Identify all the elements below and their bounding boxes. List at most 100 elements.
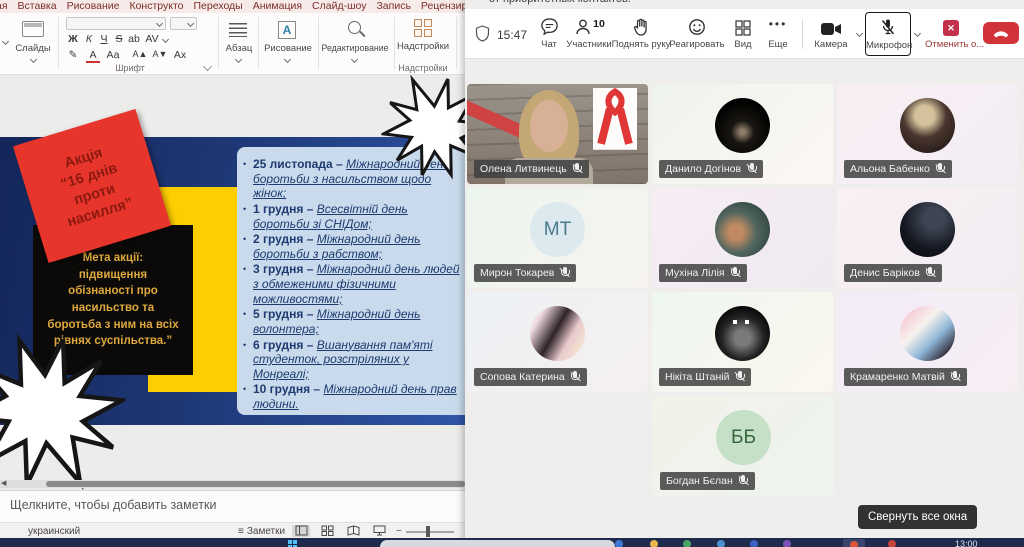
tab-review[interactable]: Рецензиро xyxy=(421,0,465,13)
drawing-chevron-icon[interactable] xyxy=(284,56,291,63)
horizontal-scrollbar[interactable]: ◀ xyxy=(0,480,465,488)
stop-presenting-button[interactable]: ✕ Отменить о... xyxy=(925,12,977,56)
scrollbar-thumb[interactable] xyxy=(46,481,465,487)
slideshow-view-button[interactable] xyxy=(370,525,388,537)
hang-up-phone-icon xyxy=(992,28,1010,38)
underline-button[interactable]: Ч xyxy=(97,33,111,45)
shrink-font-button[interactable]: А▼ xyxy=(150,49,170,59)
participant-tile[interactable]: Денис Баріков xyxy=(837,188,1018,288)
camera-button[interactable]: Камера xyxy=(809,12,853,56)
participant-tile[interactable]: Нікіта Штаній xyxy=(652,292,833,392)
character-spacing-button[interactable]: AV xyxy=(143,33,161,45)
raise-hand-button[interactable]: Поднять руку xyxy=(611,12,671,56)
zoom-slider-thumb[interactable] xyxy=(426,526,430,537)
participant-tile[interactable]: Крамаренко Матвій xyxy=(837,292,1018,392)
participant-tile-video[interactable]: Олена Литвинець xyxy=(467,84,648,184)
tab-draw[interactable]: Рисование xyxy=(67,0,120,13)
taskbar-app-icon[interactable] xyxy=(683,540,691,547)
notes-toggle-button[interactable]: ≡ Заметки xyxy=(238,526,285,537)
raise-hand-icon xyxy=(611,12,671,36)
start-button[interactable] xyxy=(288,540,297,547)
clipboard-chevron-icon[interactable] xyxy=(2,38,9,45)
ppt-status-bar: украинский ≡ Заметки − xyxy=(0,522,465,538)
participants-button[interactable]: 10 Участники xyxy=(561,12,617,56)
editing-chevron-icon[interactable] xyxy=(351,56,358,63)
zoom-out-button[interactable]: − xyxy=(396,526,402,537)
taskbar-active-app[interactable] xyxy=(843,539,865,547)
participant-tile[interactable]: Данило Догінов xyxy=(652,84,833,184)
tab-home[interactable]: ая xyxy=(0,0,8,13)
zoom-slider[interactable] xyxy=(406,531,454,533)
taskbar-app-icon[interactable] xyxy=(750,540,758,547)
taskbar-app-icon[interactable] xyxy=(783,540,791,547)
participant-name-badge: Крамаренко Матвій xyxy=(844,368,967,386)
bullet-item: •6 грудня – Вшанування пам'яті студенток… xyxy=(243,338,465,382)
mic-chevron-icon[interactable] xyxy=(914,30,921,37)
participant-tile[interactable]: Мухіна Лілія xyxy=(652,188,833,288)
participant-tile[interactable]: Альона Бабенко xyxy=(837,84,1018,184)
participant-name-badge: Альона Бабенко xyxy=(844,160,952,178)
participant-tile[interactable]: Сопова Катерина xyxy=(467,292,648,392)
tab-record[interactable]: Запись xyxy=(376,0,410,13)
reading-view-button[interactable] xyxy=(344,525,362,537)
mic-button[interactable]: Микрофон xyxy=(865,12,911,56)
change-case-button[interactable]: Аа xyxy=(104,49,122,61)
slides-button[interactable]: Слайды xyxy=(10,43,56,54)
camera-chevron-icon[interactable] xyxy=(856,30,863,37)
bold-button[interactable]: Ж xyxy=(66,33,80,45)
slide-layout-icon[interactable] xyxy=(22,21,44,37)
taskbar-app-icon[interactable] xyxy=(888,540,896,547)
paragraph-chevron-icon[interactable] xyxy=(235,56,242,63)
drawing-button[interactable]: Рисование xyxy=(260,43,316,54)
stop-presenting-icon: ✕ xyxy=(943,20,959,36)
addins-button[interactable]: Надстройки xyxy=(396,41,450,52)
notes-pane[interactable]: Щелкните, чтобы добавить заметки xyxy=(0,490,465,522)
tab-design[interactable]: Конструкто xyxy=(129,0,183,13)
paragraph-icon[interactable] xyxy=(229,23,247,37)
character-spacing-chevron-icon[interactable] xyxy=(162,36,169,43)
editing-button[interactable]: Редактирование xyxy=(318,43,392,53)
font-dialog-launcher-icon[interactable] xyxy=(203,62,212,71)
avatar xyxy=(715,306,770,361)
paragraph-button[interactable]: Абзац xyxy=(220,43,258,54)
font-size-combobox[interactable] xyxy=(170,17,197,30)
taskbar-search-input[interactable] xyxy=(380,540,615,547)
clear-formatting-button[interactable]: Ах xyxy=(170,49,190,61)
slide-goal-text: Мета акції: підвищення обізнаності про н… xyxy=(47,250,178,350)
normal-view-button[interactable] xyxy=(292,525,310,537)
italic-button[interactable]: К xyxy=(82,33,96,45)
participant-name-badge: Богдан Бєлан xyxy=(660,472,755,490)
tab-transitions[interactable]: Переходы xyxy=(193,0,242,13)
mic-off-icon xyxy=(572,163,583,175)
scroll-left-icon[interactable]: ◀ xyxy=(1,480,6,488)
slide-sorter-view-button[interactable] xyxy=(318,525,336,537)
tab-insert[interactable]: Вставка xyxy=(18,0,57,13)
participant-name: Денис Баріков xyxy=(850,267,920,280)
taskbar-app-icon[interactable] xyxy=(615,540,623,547)
text-shadow-button[interactable]: ab xyxy=(127,33,141,45)
slide-bullet-panel[interactable]: •25 листопада – Міжнародний день боротьб… xyxy=(237,147,465,415)
font-color-button[interactable]: А xyxy=(86,49,100,63)
addins-group-label: Надстройки xyxy=(396,63,450,73)
language-indicator[interactable]: украинский xyxy=(28,526,80,537)
tab-animations[interactable]: Анимация xyxy=(253,0,302,13)
participant-name-badge: Мухіна Лілія xyxy=(659,264,747,282)
strikethrough-button[interactable]: S xyxy=(112,33,126,45)
taskbar-folder-icon[interactable] xyxy=(650,540,658,547)
slides-chevron-icon[interactable] xyxy=(30,56,37,63)
tab-slideshow[interactable]: Слайд-шоу xyxy=(312,0,366,13)
react-button[interactable]: Реагировать xyxy=(667,12,727,56)
drawing-icon[interactable]: А xyxy=(278,21,296,39)
taskbar-app-icon[interactable] xyxy=(717,540,725,547)
participant-tile[interactable]: ББ Богдан Бєлан xyxy=(653,396,834,496)
view-button[interactable]: Вид xyxy=(725,12,761,56)
font-name-combobox[interactable] xyxy=(66,17,166,30)
hang-up-button[interactable] xyxy=(983,22,1019,44)
participant-tile[interactable]: МТ Мирон Токарев xyxy=(467,188,648,288)
more-button[interactable]: ••• Еще xyxy=(761,12,795,56)
participant-name: Данило Догінов xyxy=(665,163,741,176)
editing-magnifier-icon[interactable] xyxy=(348,21,361,34)
grow-font-button[interactable]: А▲ xyxy=(130,49,150,59)
addins-icon[interactable] xyxy=(414,19,432,37)
highlight-pen-button[interactable]: ✎ xyxy=(66,49,80,61)
